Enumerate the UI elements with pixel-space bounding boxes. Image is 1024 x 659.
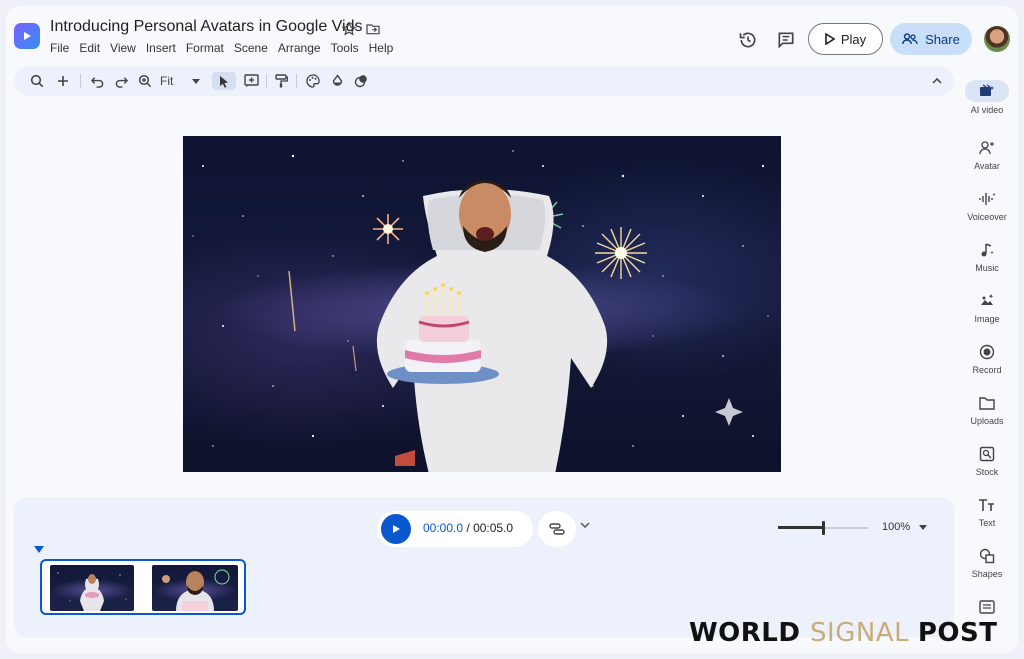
- templates-icon: [975, 597, 999, 617]
- play-icon: [392, 525, 400, 533]
- rail-voiceover[interactable]: Voiceover: [956, 189, 1018, 235]
- fill-color-icon[interactable]: [328, 72, 346, 90]
- time-separator: /: [463, 521, 474, 535]
- chevron-down-icon[interactable]: [580, 519, 590, 531]
- rail-image[interactable]: Image: [956, 291, 1018, 337]
- app-window: Introducing Personal Avatars in Google V…: [6, 6, 1018, 653]
- text-icon: [975, 495, 999, 515]
- watermark-logo: WORLD SIGNAL POST: [689, 618, 997, 648]
- rail-label: Text: [978, 518, 996, 528]
- rail-uploads[interactable]: Uploads: [956, 393, 1018, 439]
- version-history-icon[interactable]: [736, 28, 760, 52]
- share-button[interactable]: Share: [890, 23, 972, 55]
- document-title[interactable]: Introducing Personal Avatars in Google V…: [50, 18, 363, 36]
- timeline-panel: 00:00.0 / 00:05.0 100%: [14, 497, 954, 637]
- rail-label: Stock: [975, 467, 999, 477]
- rail-stock[interactable]: Stock: [956, 444, 1018, 490]
- music-icon: [975, 240, 999, 260]
- current-time: 00:00.0: [423, 521, 464, 535]
- voiceover-icon: [975, 189, 999, 209]
- star-icon[interactable]: [340, 20, 358, 38]
- rail-label: Voiceover: [967, 212, 1007, 222]
- effects-icon[interactable]: [352, 72, 370, 90]
- select-tool-icon[interactable]: [212, 72, 236, 90]
- playhead-marker[interactable]: [34, 546, 44, 553]
- scene-clip-track[interactable]: [40, 559, 246, 615]
- undo-icon[interactable]: [88, 72, 106, 90]
- scene-thumbnail-2[interactable]: [152, 565, 238, 611]
- rail-label: Record: [972, 365, 1002, 375]
- add-icon[interactable]: [54, 72, 72, 90]
- collapse-toolbar-icon[interactable]: [928, 72, 946, 90]
- timeline-zoom-slider[interactable]: [778, 521, 868, 535]
- shapes-icon: [975, 546, 999, 566]
- watermark-part-2: SIGNAL: [810, 618, 918, 648]
- people-icon: [902, 33, 918, 45]
- uploads-icon: [975, 393, 999, 413]
- menu-help[interactable]: Help: [364, 41, 399, 55]
- scene-preview[interactable]: [183, 136, 781, 472]
- account-avatar[interactable]: [984, 26, 1010, 52]
- palette-icon[interactable]: [304, 72, 322, 90]
- starfield-background: [192, 150, 769, 472]
- rail-label: Music: [975, 263, 999, 273]
- stock-icon: [975, 444, 999, 464]
- menu-scene[interactable]: Scene: [229, 41, 273, 55]
- menu-tools[interactable]: Tools: [326, 41, 364, 55]
- menu-arrange[interactable]: Arrange: [273, 41, 326, 55]
- play-button[interactable]: Play: [808, 23, 883, 55]
- rail-avatar[interactable]: Avatar: [956, 138, 1018, 184]
- zoom-slider-thumb[interactable]: [822, 521, 825, 535]
- rail-shapes[interactable]: Shapes: [956, 546, 1018, 592]
- share-label: Share: [925, 31, 960, 47]
- vids-logo-icon[interactable]: [14, 23, 40, 49]
- rail-label: Avatar: [974, 161, 1000, 171]
- rail-label: AI video: [970, 105, 1004, 115]
- rail-record[interactable]: Record: [956, 342, 1018, 388]
- rail-label: Shapes: [971, 569, 1003, 579]
- scene-thumbnail-1[interactable]: [50, 565, 134, 611]
- editing-toolbar: Fit: [14, 66, 954, 96]
- astronaut-figure: [376, 180, 608, 472]
- rail-label: Uploads: [970, 416, 1004, 426]
- add-text-box-icon[interactable]: [242, 72, 260, 90]
- watermark-part-3: POST: [917, 618, 998, 648]
- menu-file[interactable]: File: [50, 41, 74, 55]
- rail-ai-video[interactable]: AI video: [956, 80, 1018, 126]
- redo-icon[interactable]: [112, 72, 130, 90]
- dropdown-arrow-icon: [919, 525, 928, 530]
- avatar-icon: [975, 138, 999, 158]
- timeline-play-button[interactable]: [381, 514, 411, 544]
- play-icon: [825, 33, 835, 45]
- playback-control: 00:00.0 / 00:05.0: [377, 511, 533, 547]
- timeline-layout-icon: [549, 523, 565, 535]
- search-icon[interactable]: [28, 72, 46, 90]
- zoom-in-icon[interactable]: [136, 72, 154, 90]
- rail-text[interactable]: Text: [956, 495, 1018, 541]
- watermark-part-1: WORLD: [689, 618, 811, 648]
- record-icon: [975, 342, 999, 362]
- dropdown-arrow-icon: [192, 78, 200, 84]
- menu-edit[interactable]: Edit: [74, 41, 105, 55]
- zoom-select-label: Fit: [160, 74, 174, 88]
- zoom-slider-fill: [778, 526, 823, 529]
- menu-insert[interactable]: Insert: [141, 41, 181, 55]
- image-icon: [975, 291, 999, 311]
- layout-toggle-button[interactable]: [538, 511, 576, 547]
- menu-format[interactable]: Format: [181, 41, 229, 55]
- menu-view[interactable]: View: [105, 41, 141, 55]
- zoom-level-value: 100%: [882, 521, 911, 533]
- time-readout: 00:00.0 / 00:05.0: [423, 521, 513, 535]
- total-time: 00:05.0: [473, 521, 514, 535]
- rail-label: Image: [974, 314, 1000, 324]
- menu-bar: File Edit View Insert Format Scene Arran…: [50, 41, 398, 55]
- rail-music[interactable]: Music: [956, 240, 1018, 286]
- play-label: Play: [840, 31, 867, 47]
- zoom-level-select[interactable]: 100%: [882, 521, 928, 533]
- zoom-select[interactable]: Fit: [160, 72, 200, 90]
- comments-icon[interactable]: [774, 28, 798, 52]
- move-to-folder-icon[interactable]: [364, 20, 382, 38]
- paint-format-icon[interactable]: [272, 72, 290, 90]
- ai-video-icon: [965, 80, 1009, 102]
